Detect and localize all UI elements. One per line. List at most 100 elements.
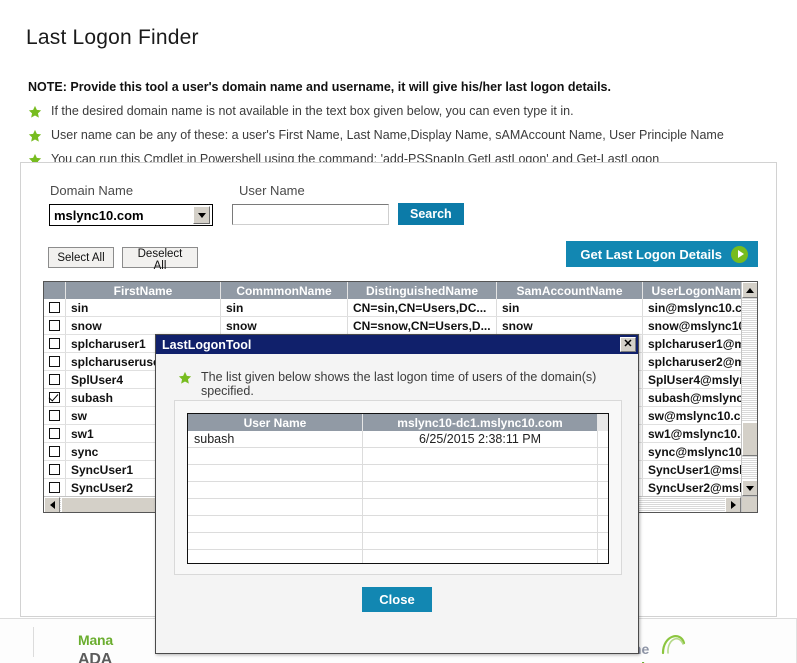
last-logon-tool-dialog: LastLogonTool ✕ The list given below sho… <box>155 334 639 655</box>
results-table-row[interactable] <box>188 482 608 500</box>
get-last-logon-details-button[interactable]: Get Last Logon Details <box>566 241 758 268</box>
instruction-text: User name can be any of these: a user's … <box>51 128 724 143</box>
page-title: Last Logon Finder <box>26 26 199 50</box>
grid-scroll-corner <box>741 496 757 513</box>
results-cell-lastlogontime <box>363 482 598 499</box>
select-all-button[interactable]: Select All <box>48 247 114 269</box>
results-table-row[interactable] <box>188 465 608 483</box>
cell-userlogonname: sw@mslync10.com <box>643 407 757 425</box>
results-column-header-domaincontroller[interactable]: mslync10-dc1.mslync10.com <box>363 414 598 432</box>
user-name-input[interactable] <box>232 204 389 226</box>
results-cell-lastlogontime <box>363 516 598 533</box>
row-checkbox-cell[interactable] <box>44 353 66 371</box>
results-grid-body: subash 6/25/2015 2:38:11 PM <box>188 431 608 564</box>
cell-userlogonname: sin@mslync10.com <box>643 299 757 317</box>
cell-userlogonname: sync@mslync10.com <box>643 443 757 461</box>
cell-samaccountname: snow <box>497 317 643 335</box>
row-checkbox-cell[interactable] <box>44 371 66 389</box>
scroll-right-button[interactable] <box>725 497 741 513</box>
checkbox-icon[interactable] <box>49 356 60 368</box>
dialog-close-button[interactable]: Close <box>362 587 432 613</box>
checkbox-icon[interactable] <box>49 374 60 386</box>
results-cell-filler <box>598 448 608 465</box>
scroll-up-button[interactable] <box>742 282 757 299</box>
footer-brand-line2: ADA <box>78 651 113 663</box>
row-checkbox-cell[interactable] <box>44 479 66 497</box>
checkbox-icon[interactable] <box>49 446 60 458</box>
cell-userlogonname: splcharuser1@mslync10. <box>643 335 757 353</box>
domain-name-select[interactable]: mslync10.com <box>49 204 213 227</box>
chevron-down-icon[interactable] <box>193 206 210 225</box>
results-cell-lastlogontime: 6/25/2015 2:38:11 PM <box>363 431 598 448</box>
checkbox-icon[interactable] <box>49 338 60 350</box>
last-logon-results-grid: User Name mslync10-dc1.mslync10.com suba… <box>187 413 609 565</box>
table-row[interactable]: sin sin CN=sin,CN=Users,DC... sin sin@mslync… <box>44 299 757 318</box>
results-cell-lastlogontime <box>363 550 598 564</box>
domain-name-selected-value: mslync10.com <box>54 207 144 223</box>
checkbox-icon[interactable] <box>49 482 60 494</box>
grid-vertical-scroll-thumb[interactable] <box>742 422 757 457</box>
cell-distinguishedname: CN=snow,CN=Users,D... <box>348 317 497 335</box>
results-cell-username <box>188 499 363 516</box>
row-checkbox-cell[interactable] <box>44 335 66 353</box>
grid-vertical-scrollbar[interactable] <box>741 282 757 497</box>
results-table-row[interactable] <box>188 533 608 551</box>
row-checkbox-cell[interactable] <box>44 317 66 335</box>
get-last-logon-details-label: Get Last Logon Details <box>580 246 722 262</box>
results-cell-filler <box>598 499 608 516</box>
checkbox-icon[interactable] <box>49 410 60 422</box>
results-header-row: User Name mslync10-dc1.mslync10.com <box>188 414 608 432</box>
domain-name-label: Domain Name <box>50 183 134 199</box>
footer-divider <box>33 627 34 658</box>
dialog-titlebar: LastLogonTool ✕ <box>156 335 638 355</box>
cell-userlogonname: SplUser4@mslync10.com <box>643 371 757 389</box>
cell-firstname: snow <box>66 317 221 335</box>
results-cell-filler <box>598 482 608 499</box>
checkbox-icon[interactable] <box>49 464 60 476</box>
star-icon <box>28 105 42 119</box>
results-cell-username <box>188 465 363 482</box>
checkbox-icon[interactable] <box>49 428 60 440</box>
results-table-row[interactable] <box>188 499 608 517</box>
arrow-right-icon <box>731 245 748 263</box>
row-checkbox-cell[interactable] <box>44 461 66 479</box>
search-button[interactable]: Search <box>398 203 464 226</box>
results-table-row[interactable] <box>188 448 608 466</box>
results-cell-lastlogontime <box>363 533 598 550</box>
results-cell-filler <box>598 431 608 448</box>
results-table-row[interactable] <box>188 516 608 534</box>
results-table-row[interactable] <box>188 550 608 564</box>
cell-samaccountname: sin <box>497 299 643 317</box>
grid-column-header-commonname[interactable]: CommmonName <box>221 282 348 300</box>
row-checkbox-cell[interactable] <box>44 299 66 317</box>
results-cell-username: subash <box>188 431 363 448</box>
results-cell-filler <box>598 516 608 533</box>
scroll-down-button[interactable] <box>742 480 757 497</box>
results-table-row[interactable]: subash 6/25/2015 2:38:11 PM <box>188 431 608 449</box>
checkbox-icon[interactable] <box>49 320 60 332</box>
results-cell-filler <box>598 533 608 550</box>
deselect-all-button[interactable]: Deselect All <box>122 247 198 272</box>
cell-commonname: snow <box>221 317 348 335</box>
results-cell-username <box>188 448 363 465</box>
cell-distinguishedname: CN=sin,CN=Users,DC... <box>348 299 497 317</box>
checkbox-icon[interactable] <box>49 302 60 314</box>
results-header-filler <box>598 414 608 432</box>
checkbox-checked-icon[interactable] <box>49 392 60 404</box>
close-icon[interactable]: ✕ <box>620 337 636 353</box>
cell-userlogonname: splcharuser2@mslync10. <box>643 353 757 371</box>
row-checkbox-cell[interactable] <box>44 425 66 443</box>
row-checkbox-cell[interactable] <box>44 443 66 461</box>
grid-column-header-samaccountname[interactable]: SamAccountName <box>497 282 643 300</box>
row-checkbox-cell[interactable] <box>44 407 66 425</box>
table-row[interactable]: snow snow CN=snow,CN=Users,D... snow snow@ms… <box>44 317 757 336</box>
scroll-left-button[interactable] <box>44 497 60 513</box>
cell-firstname: sin <box>66 299 221 317</box>
grid-column-header-firstname[interactable]: FirstName <box>66 282 221 300</box>
footer-brand-line1: Mana <box>78 632 113 649</box>
results-cell-username <box>188 550 363 564</box>
results-column-header-username[interactable]: User Name <box>188 414 363 432</box>
grid-column-header-userlogonname[interactable]: UserLogonName <box>643 282 757 300</box>
grid-column-header-distinguishedname[interactable]: DistinguishedName <box>348 282 497 300</box>
row-checkbox-cell[interactable] <box>44 389 66 407</box>
